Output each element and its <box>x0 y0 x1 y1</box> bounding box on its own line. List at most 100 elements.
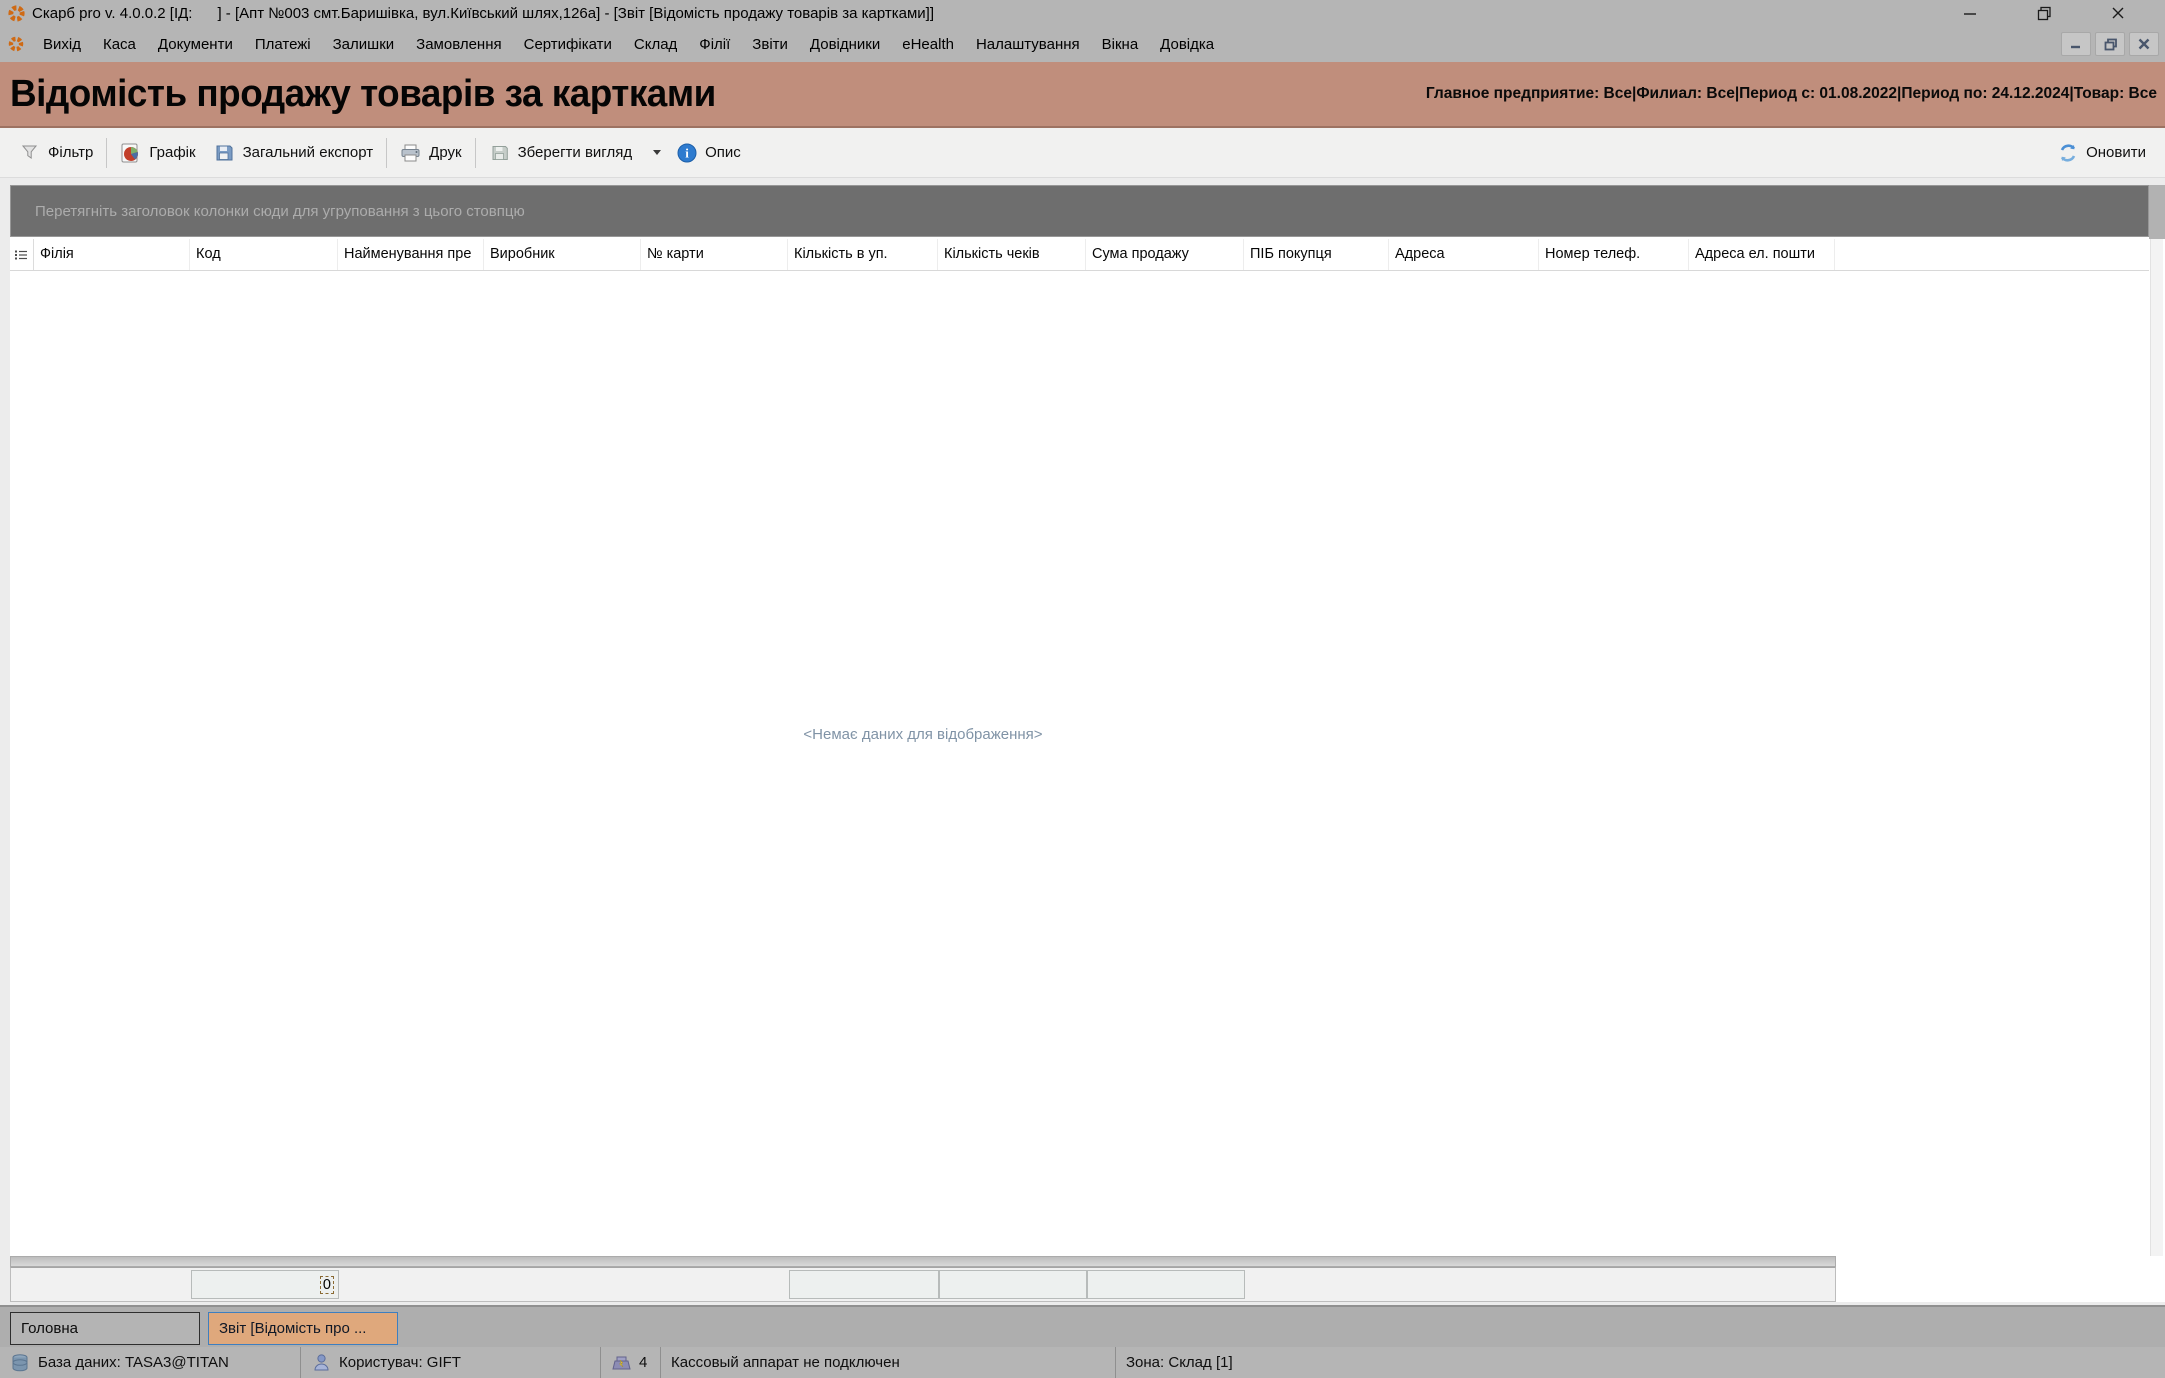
save-view-button[interactable]: Зберегти вигляд <box>480 135 642 171</box>
menu-item-вихід[interactable]: Вихід <box>32 30 92 59</box>
window-restore-button[interactable] <box>2007 0 2081 26</box>
status-counter-section: 4 <box>600 1347 660 1378</box>
column-header-10[interactable]: Адреса <box>1389 239 1539 270</box>
tab-home[interactable]: Головна <box>10 1312 200 1345</box>
vertical-scrollbar[interactable] <box>2150 239 2163 1256</box>
footer-cell-10 <box>1390 1268 1540 1301</box>
column-header-11[interactable]: Номер телеф. <box>1539 239 1689 270</box>
title-bar: Скарб pro v. 4.0.0.2 [ІД: ] - [Апт №003 … <box>0 0 2165 26</box>
menu-item-довідка[interactable]: Довідка <box>1149 30 1225 59</box>
menu-item-ehealth[interactable]: eHealth <box>891 30 965 59</box>
footer-cell-12 <box>1690 1268 1836 1301</box>
toolbar-separator <box>106 138 107 168</box>
tab-report[interactable]: Звіт [Відомість про ... <box>208 1312 398 1345</box>
menu-item-філії[interactable]: Філії <box>688 30 741 59</box>
child-window-controls <box>2061 32 2159 56</box>
footer-cell-2[interactable]: 0 <box>191 1270 339 1299</box>
toolbar: Фільтр Графік Загальний експорт Друк Збе… <box>0 128 2165 178</box>
filter-button[interactable]: Фільтр <box>10 135 102 171</box>
window-close-button[interactable] <box>2081 0 2155 26</box>
menu-item-документи[interactable]: Документи <box>147 30 244 59</box>
user-icon <box>311 1353 331 1373</box>
client-corner <box>2149 185 2165 239</box>
svg-text:i: i <box>685 145 689 160</box>
grid-body[interactable]: <Немає даних для відображення> <box>10 271 2149 1256</box>
menu-items: ВихідКасаДокументиПлатежіЗалишкиЗамовлен… <box>32 30 1225 59</box>
menu-item-платежі[interactable]: Платежі <box>244 30 322 59</box>
footer-cell-7[interactable] <box>939 1270 1087 1299</box>
description-button[interactable]: i Опис <box>667 135 750 171</box>
page-title: Відомість продажу товарів за картками <box>10 73 716 116</box>
description-button-label: Опис <box>705 144 741 161</box>
status-zone-label: Зона: Склад [1] <box>1126 1354 1233 1371</box>
footer-cell-4 <box>485 1268 642 1301</box>
footer-total-value: 0 <box>321 1277 333 1293</box>
refresh-button[interactable]: Оновити <box>2048 135 2155 171</box>
child-close-icon[interactable] <box>2129 32 2159 56</box>
footer-cell-8[interactable] <box>1087 1270 1245 1299</box>
column-header-6[interactable]: Кількість в уп. <box>788 239 938 270</box>
status-cash-register-section: Кассовый аппарат не подключен <box>660 1347 1115 1378</box>
column-header-3[interactable]: Найменування пре <box>338 239 484 270</box>
database-icon <box>10 1353 30 1373</box>
filter-button-label: Фільтр <box>48 144 93 161</box>
group-by-drop-zone[interactable]: Перетягніть заголовок колонки сюди для у… <box>10 185 2149 237</box>
app-menu-icon[interactable] <box>7 35 25 53</box>
save-view-icon <box>489 142 511 164</box>
status-bar: База даних: TASA3@TITAN Користувач: GIFT… <box>0 1347 2165 1378</box>
menu-item-залишки[interactable]: Залишки <box>322 30 406 59</box>
footer-indicator-cell <box>11 1268 35 1301</box>
printer-icon <box>400 142 422 164</box>
chart-button-label: Графік <box>149 144 195 161</box>
status-zone-section: Зона: Склад [1] <box>1115 1347 2165 1378</box>
footer-cell-1 <box>35 1268 191 1301</box>
status-database-label: База даних: TASA3@TITAN <box>38 1354 229 1371</box>
column-header-5[interactable]: № карти <box>641 239 788 270</box>
export-button[interactable]: Загальний експорт <box>205 135 383 171</box>
chart-button[interactable]: Графік <box>111 135 204 171</box>
report-filter-summary: Главное предприятие: Все|Филиал: Все|Пер… <box>1426 85 2157 103</box>
bottom-tabs: ГоловнаЗвіт [Відомість про ... <box>10 1307 406 1345</box>
print-button-label: Друк <box>429 144 461 161</box>
status-cash-register-label: Кассовый аппарат не подключен <box>671 1354 900 1371</box>
menu-item-звіти[interactable]: Звіти <box>741 30 799 59</box>
child-restore-icon[interactable] <box>2095 32 2125 56</box>
empty-data-message: <Немає даних для відображення> <box>10 726 1836 743</box>
floppy-export-icon <box>214 142 236 164</box>
group-by-hint: Перетягніть заголовок колонки сюди для у… <box>35 203 525 220</box>
bottom-tab-bar: ГоловнаЗвіт [Відомість про ... <box>0 1305 2165 1347</box>
column-header-7[interactable]: Кількість чеків <box>938 239 1086 270</box>
window-title: Скарб pro v. 4.0.0.2 [ІД: ] - [Апт №003 … <box>32 5 934 22</box>
row-indicator-header[interactable] <box>10 239 34 270</box>
menu-item-замовлення[interactable]: Замовлення <box>405 30 512 59</box>
app-logo-icon <box>7 4 25 22</box>
report-client-area: Перетягніть заголовок колонки сюди для у… <box>0 178 2165 1305</box>
column-header-2[interactable]: Код <box>190 239 338 270</box>
menu-item-довідники[interactable]: Довідники <box>799 30 891 59</box>
print-button[interactable]: Друк <box>391 135 470 171</box>
column-header-8[interactable]: Сума продажу <box>1086 239 1244 270</box>
report-header: Відомість продажу товарів за картками Гл… <box>0 62 2165 128</box>
footer-cell-5 <box>642 1268 789 1301</box>
footer-cell-9 <box>1245 1268 1390 1301</box>
grid-indicator-icon <box>15 249 28 261</box>
menu-item-склад[interactable]: Склад <box>623 30 688 59</box>
save-view-dropdown-icon[interactable] <box>653 150 661 155</box>
status-counter-value: 4 <box>639 1354 647 1371</box>
menu-item-вікна[interactable]: Вікна <box>1091 30 1150 59</box>
column-header-12[interactable]: Адреса ел. пошти <box>1689 239 1835 270</box>
pie-chart-icon <box>120 142 142 164</box>
column-header-9[interactable]: ПІБ покупця <box>1244 239 1389 270</box>
child-minimize-icon[interactable] <box>2061 32 2091 56</box>
column-header-4[interactable]: Виробник <box>484 239 641 270</box>
column-header-1[interactable]: Філія <box>34 239 190 270</box>
export-button-label: Загальний експорт <box>243 144 374 161</box>
horizontal-scrollbar[interactable] <box>10 1256 1836 1267</box>
menu-bar: ВихідКасаДокументиПлатежіЗалишкиЗамовлен… <box>0 26 2165 62</box>
menu-item-налаштування[interactable]: Налаштування <box>965 30 1091 59</box>
refresh-icon <box>2057 142 2079 164</box>
footer-cell-6[interactable] <box>789 1270 939 1299</box>
menu-item-сертифікати[interactable]: Сертифікати <box>513 30 623 59</box>
window-minimize-button[interactable] <box>1933 0 2007 26</box>
menu-item-каса[interactable]: Каса <box>92 30 147 59</box>
